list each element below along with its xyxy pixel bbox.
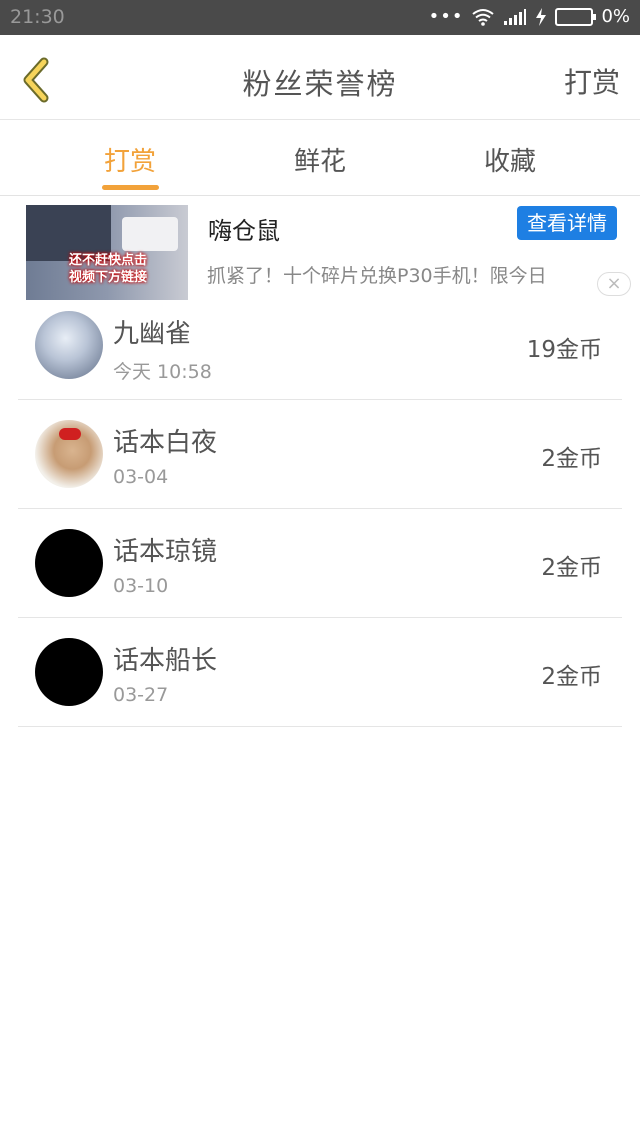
list-item[interactable]: 话本船长 03-27 2金币 bbox=[18, 618, 622, 727]
tab-bar: 打赏 鲜花 收藏 bbox=[0, 121, 640, 196]
reward-time: 03-04 bbox=[113, 466, 169, 488]
fan-ranking-list: 九幽雀 今天 10:58 19金币 话本白夜 03-04 2金币 话本琼镜 03… bbox=[18, 291, 622, 727]
ad-title: 嗨仓鼠 bbox=[208, 217, 280, 245]
reward-amount: 2金币 bbox=[541, 555, 602, 581]
avatar bbox=[35, 420, 103, 488]
reward-time: 03-27 bbox=[113, 684, 169, 706]
avatar bbox=[35, 638, 103, 706]
reward-time: 今天 10:58 bbox=[113, 361, 212, 383]
battery-icon bbox=[555, 7, 597, 26]
reward-amount: 2金币 bbox=[541, 664, 602, 690]
tab-reward[interactable]: 打赏 bbox=[70, 141, 190, 178]
user-name: 九幽雀 bbox=[113, 319, 192, 349]
reward-amount: 19金币 bbox=[526, 337, 602, 363]
top-bar: 粉丝荣誉榜 打赏 bbox=[0, 35, 640, 120]
ad-close-icon[interactable]: × bbox=[597, 272, 631, 296]
wifi-icon bbox=[472, 8, 495, 26]
status-bar: 21:30 ••• 0% bbox=[0, 0, 640, 35]
user-name: 话本白夜 bbox=[113, 428, 218, 458]
ad-image[interactable]: 还不赶快点击 视频下方链接 bbox=[26, 205, 188, 300]
more-dots-icon: ••• bbox=[428, 6, 464, 27]
reward-time: 03-10 bbox=[113, 575, 169, 597]
battery-percent: 0% bbox=[601, 6, 630, 27]
reward-amount: 2金币 bbox=[541, 446, 602, 472]
active-tab-indicator bbox=[102, 185, 159, 190]
list-item[interactable]: 九幽雀 今天 10:58 19金币 bbox=[18, 291, 622, 400]
list-item[interactable]: 话本琼镜 03-10 2金币 bbox=[18, 509, 622, 618]
status-time: 21:30 bbox=[10, 6, 65, 28]
status-icons: ••• 0% bbox=[429, 6, 630, 27]
ad-description: 抓紧了！十个碎片兑换P30手机！限今日 bbox=[207, 265, 547, 287]
list-item[interactable]: 话本白夜 03-04 2金币 bbox=[18, 400, 622, 509]
tab-flowers[interactable]: 鲜花 bbox=[260, 141, 380, 178]
page-title: 粉丝荣誉榜 bbox=[242, 67, 398, 101]
ad-banner[interactable]: 还不赶快点击 视频下方链接 嗨仓鼠 查看详情 抓紧了！十个碎片兑换P30手机！限… bbox=[0, 197, 640, 305]
avatar bbox=[35, 529, 103, 597]
signal-icon bbox=[504, 8, 527, 25]
tab-favorites[interactable]: 收藏 bbox=[450, 141, 570, 178]
charging-icon bbox=[536, 7, 547, 26]
user-name: 话本琼镜 bbox=[113, 537, 218, 567]
user-name: 话本船长 bbox=[113, 646, 218, 676]
ad-image-caption: 还不赶快点击 视频下方链接 bbox=[68, 253, 147, 285]
view-details-button[interactable]: 查看详情 bbox=[517, 206, 617, 240]
avatar bbox=[35, 311, 103, 379]
reward-action-button[interactable]: 打赏 bbox=[564, 61, 620, 101]
